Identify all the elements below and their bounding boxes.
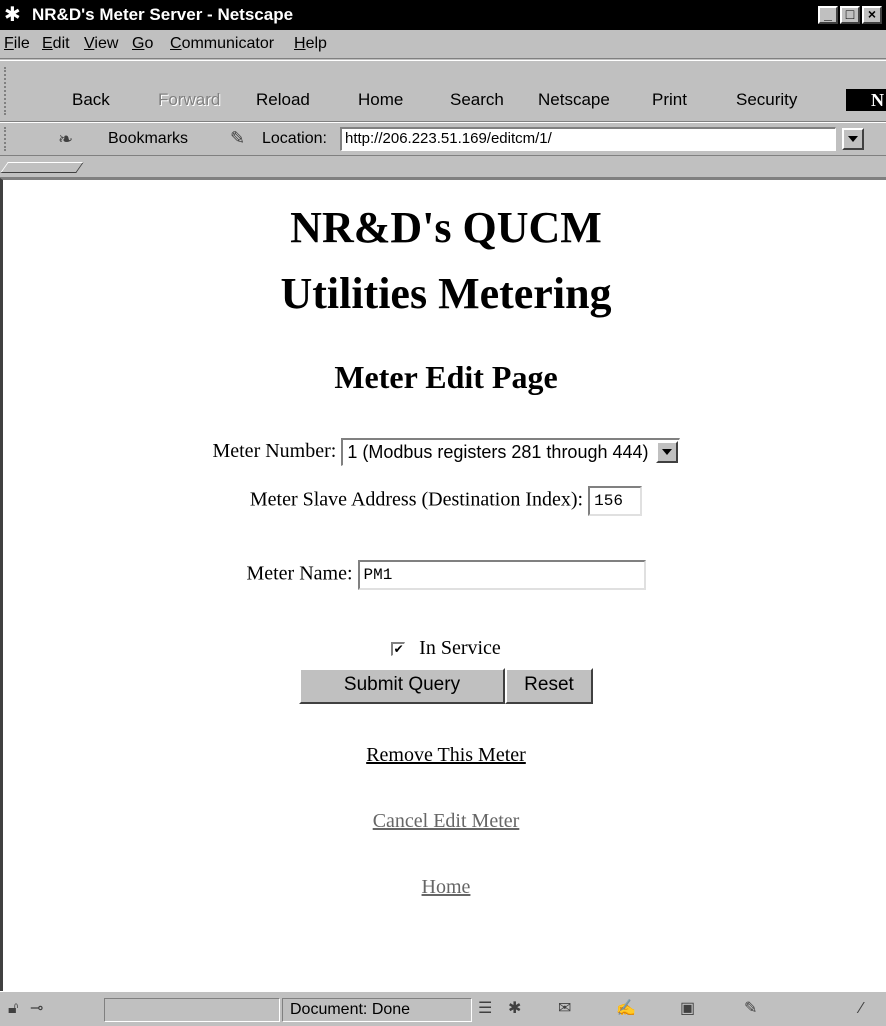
chevron-down-icon <box>848 136 858 142</box>
cancel-edit-link[interactable]: Cancel Edit Meter <box>373 810 520 832</box>
security-button[interactable]: Security <box>736 90 797 110</box>
edit-icon[interactable]: ✎ <box>744 1000 757 1018</box>
search-button[interactable]: Search <box>450 90 504 110</box>
toolbar-grip[interactable] <box>4 67 10 115</box>
status-bar: 🔓︎ ⊸ Document: Done ☰ ✱ ✉ ✍ ▣ ✎ ⁄ <box>0 991 886 1026</box>
discussion-icon[interactable]: ✍ <box>616 1000 636 1018</box>
page-content: NR&D's QUCM Utilities Metering Meter Edi… <box>0 178 886 991</box>
toolbar-grip[interactable] <box>4 127 10 151</box>
meter-number-value: 1 (Modbus registers 281 through 444) <box>347 442 649 463</box>
resize-grip-icon[interactable]: ⁄ <box>860 1000 863 1018</box>
meter-number-select[interactable]: 1 (Modbus registers 281 through 444) <box>341 438 680 467</box>
page-subtitle: Meter Edit Page <box>334 359 558 395</box>
home-button[interactable]: Home <box>358 90 403 110</box>
maximize-button[interactable]: □ <box>840 6 860 24</box>
remove-link-row: Remove This Meter <box>3 742 886 768</box>
meter-name-row: Meter Name: PM1 <box>3 560 886 590</box>
reset-button[interactable]: Reset <box>505 668 593 704</box>
navigator-icon[interactable]: ✱ <box>508 1000 521 1018</box>
forward-button[interactable]: Forward <box>158 90 220 110</box>
home-link[interactable]: Home <box>422 876 471 898</box>
list-icon[interactable]: ☰ <box>478 1000 492 1018</box>
composer-icon[interactable]: ▣ <box>680 1000 695 1018</box>
bookmarks-icon[interactable]: ❧ <box>58 129 73 150</box>
netscape-button[interactable]: Netscape <box>538 90 610 110</box>
title-bar: ✱ NR&D's Meter Server - Netscape _ □ × <box>0 0 886 30</box>
in-service-checkbox[interactable]: ✔ <box>391 642 406 657</box>
netscape-logo[interactable]: N <box>846 89 886 111</box>
menu-file[interactable]: File <box>4 35 30 53</box>
chevron-down-icon <box>661 449 672 456</box>
url-input[interactable]: http://206.223.51.169/editcm/1/ <box>340 127 836 151</box>
cancel-link-row: Cancel Edit Meter <box>3 808 886 834</box>
remove-meter-link[interactable]: Remove This Meter <box>366 744 526 766</box>
home-link-row: Home <box>3 874 886 900</box>
menu-go[interactable]: Go <box>132 35 153 53</box>
checkmark-icon: ✔ <box>393 642 404 657</box>
url-dropdown-button[interactable] <box>842 128 864 150</box>
security-lock-icon[interactable]: 🔓︎ <box>8 1000 18 1018</box>
bookmarks-label[interactable]: Bookmarks <box>108 130 188 148</box>
meter-name-input[interactable]: PM1 <box>357 560 646 590</box>
location-toolbar: ❧ Bookmarks ✎ Location: http://206.223.5… <box>0 122 886 156</box>
menu-view[interactable]: View <box>84 35 118 53</box>
slave-address-label: Meter Slave Address (Destination Index): <box>249 488 584 511</box>
navigation-toolbar: Back Forward Reload Home Search Netscape… <box>0 60 886 122</box>
reload-button[interactable]: Reload <box>256 90 310 110</box>
slave-address-input[interactable]: 156 <box>588 486 643 516</box>
minimize-button[interactable]: _ <box>818 6 838 24</box>
progress-panel <box>104 998 280 1022</box>
page-title-line2: Utilities Metering <box>280 269 612 318</box>
menu-edit[interactable]: Edit <box>42 35 70 53</box>
back-button[interactable]: Back <box>72 90 110 110</box>
meter-name-label: Meter Name: <box>246 562 353 585</box>
slave-address-row: Meter Slave Address (Destination Index):… <box>3 486 886 516</box>
location-label: Location: <box>262 130 327 147</box>
meter-number-label: Meter Number: <box>212 440 337 462</box>
print-button[interactable]: Print <box>652 90 687 110</box>
mail-icon[interactable]: ✉ <box>558 1000 571 1018</box>
menu-bar: File Edit View Go Communicator Help <box>0 30 886 59</box>
menu-help[interactable]: Help <box>294 35 327 53</box>
form-buttons: Submit Query Reset <box>3 668 886 704</box>
page-title-line1: NR&D's QUCM <box>290 203 602 252</box>
meter-number-row: Meter Number: 1 (Modbus registers 281 th… <box>3 438 886 467</box>
in-service-label: In Service <box>419 637 501 659</box>
expand-toolbar-tab[interactable] <box>0 162 84 173</box>
submit-button[interactable]: Submit Query <box>299 668 505 704</box>
status-text: Document: Done <box>290 1001 411 1018</box>
select-arrow[interactable] <box>655 441 678 464</box>
connection-icon: ⊸ <box>30 1000 44 1017</box>
netscape-star-icon: ✱ <box>4 4 21 26</box>
location-icon[interactable]: ✎ <box>230 128 245 149</box>
collapsed-toolbar-strip <box>0 157 886 178</box>
in-service-row: ✔ In Service <box>3 635 886 661</box>
window-title: NR&D's Meter Server - Netscape <box>32 5 294 24</box>
menu-communicator[interactable]: Communicator <box>170 35 274 53</box>
close-button[interactable]: × <box>862 6 882 24</box>
